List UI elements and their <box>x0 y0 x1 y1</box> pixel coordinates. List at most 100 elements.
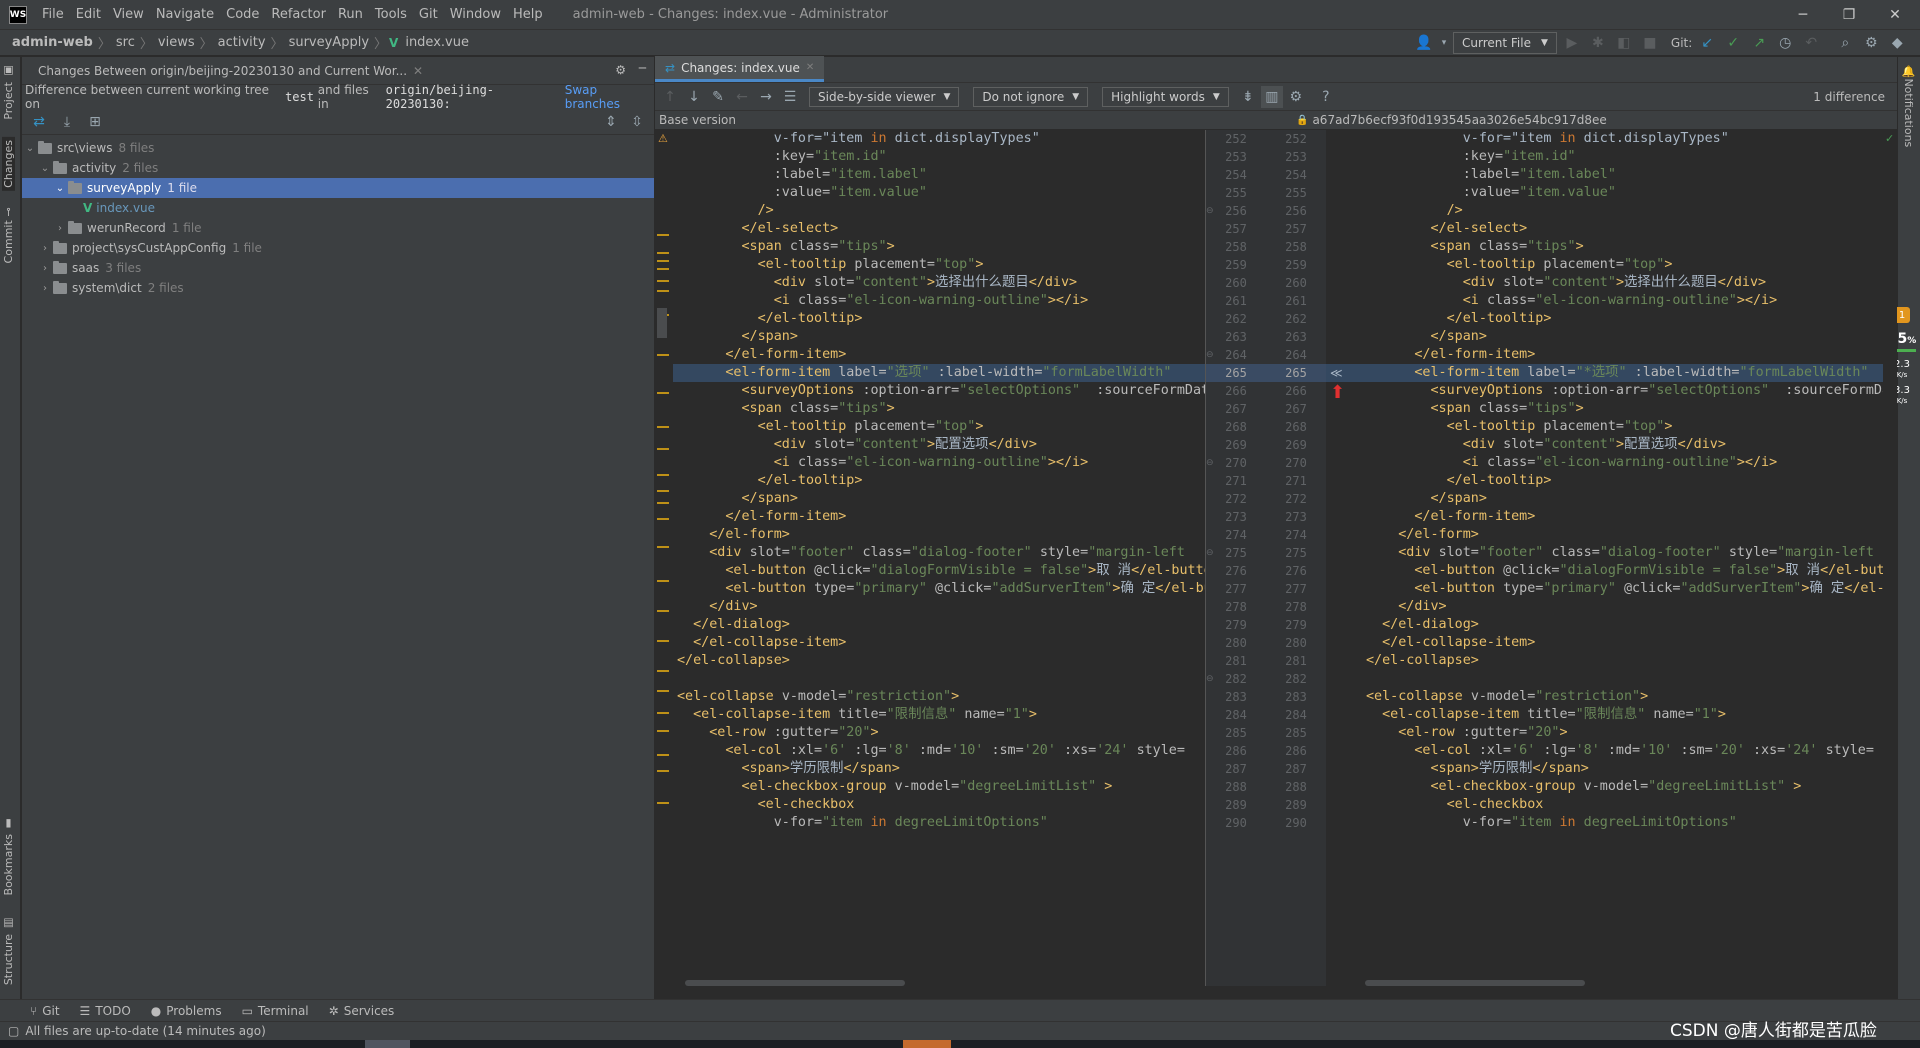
user-icon[interactable]: 👤 <box>1413 32 1435 54</box>
todo-tool-button[interactable]: ☰ TODO <box>70 1004 141 1018</box>
notifications-tool-tab[interactable]: 🔔Notifications <box>1902 65 1915 147</box>
breadcrumb-item[interactable]: index.vue <box>402 35 472 50</box>
menu-code[interactable]: Code <box>220 0 265 29</box>
next-diff-icon[interactable]: ↓ <box>683 86 705 108</box>
help-icon[interactable]: ? <box>1315 86 1337 108</box>
menu-window[interactable]: Window <box>444 0 507 29</box>
chevron-down-icon[interactable]: ⌄ <box>22 143 38 154</box>
chevron-down-icon[interactable]: ▾ <box>1439 32 1449 54</box>
git-push-icon[interactable]: ↗ <box>1748 32 1770 54</box>
show-diff-icon[interactable]: ⇄ <box>28 111 50 133</box>
change-marker[interactable] <box>657 474 669 476</box>
menu-help[interactable]: Help <box>507 0 549 29</box>
left-horizontal-scrollbar[interactable] <box>685 980 905 986</box>
chevron-right-icon[interactable]: › <box>37 283 53 294</box>
chevron-right-icon[interactable]: › <box>52 223 68 234</box>
webstorm-logo-icon[interactable]: WS <box>9 5 27 24</box>
chevron-right-icon[interactable]: › <box>37 243 53 254</box>
change-marker[interactable] <box>657 490 669 492</box>
change-marker[interactable] <box>657 610 669 612</box>
menu-view[interactable]: View <box>107 0 150 29</box>
tree-folder-item[interactable]: › system\dict 2 files <box>22 278 654 298</box>
edit-source-icon[interactable]: ✎ <box>707 86 729 108</box>
commit-tool-tab[interactable]: Commit ⊸ <box>2 207 15 263</box>
run-config-select[interactable]: Current File ▼ <box>1453 32 1557 54</box>
previous-diff-icon[interactable]: ↑ <box>659 86 681 108</box>
taskbar-item[interactable] <box>903 1040 951 1048</box>
change-marker[interactable] <box>657 690 669 692</box>
left-code-pane[interactable]: v-for="item in dict.displayTypes" :key="… <box>673 130 1205 986</box>
chevron-right-icon[interactable]: › <box>37 263 53 274</box>
tree-file-item[interactable]: Vindex.vue <box>22 198 654 218</box>
change-marker[interactable] <box>657 252 669 254</box>
plugin-icon[interactable]: ◆ <box>1886 32 1908 54</box>
breadcrumb-item[interactable]: src <box>113 35 138 50</box>
services-tool-button[interactable]: ✲ Services <box>319 1004 405 1018</box>
menu-navigate[interactable]: Navigate <box>150 0 220 29</box>
change-marker[interactable] <box>657 392 669 394</box>
change-marker[interactable] <box>657 802 669 804</box>
ignore-select[interactable]: Do not ignore ▼ <box>973 86 1089 107</box>
right-horizontal-scrollbar[interactable] <box>1365 980 1585 986</box>
close-tab-icon[interactable]: ✕ <box>806 62 814 73</box>
tree-folder-item[interactable]: ⌄ activity 2 files <box>22 158 654 178</box>
change-marker[interactable] <box>657 712 669 714</box>
search-icon[interactable]: ⌕ <box>1834 32 1856 54</box>
change-marker[interactable] <box>657 268 669 270</box>
forward-icon[interactable]: → <box>755 86 777 108</box>
change-marker[interactable] <box>657 518 669 520</box>
accept-change-icon[interactable]: ≪ <box>1326 364 1362 382</box>
right-code-pane[interactable]: v-for="item in dict.displayTypes" :key="… <box>1362 130 1883 986</box>
minimize-icon[interactable]: ─ <box>1780 0 1826 29</box>
stop-icon[interactable]: ■ <box>1639 32 1661 54</box>
change-marker[interactable] <box>657 730 669 732</box>
group-by-icon[interactable]: ⊞ <box>84 111 106 133</box>
tree-folder-item[interactable]: › project\sysCustAppConfig 1 file <box>22 238 654 258</box>
change-marker[interactable] <box>657 640 669 642</box>
back-icon[interactable]: ← <box>731 86 753 108</box>
git-tool-button[interactable]: ⑂ Git <box>0 1004 70 1018</box>
run-icon[interactable]: ▶ <box>1561 32 1583 54</box>
structure-tool-tab[interactable]: Structure ▤ <box>2 917 15 985</box>
gear-icon[interactable]: ⚙ <box>1860 32 1882 54</box>
tab-changes-index-vue[interactable]: ⇄ Changes: index.vue ✕ <box>655 56 825 82</box>
chevron-down-icon[interactable]: ⌄ <box>52 183 68 194</box>
gear-icon[interactable]: ⚙ <box>1285 86 1307 108</box>
change-marker[interactable] <box>657 770 669 772</box>
changes-tool-tab[interactable]: Changes <box>2 137 15 191</box>
close-tab-icon[interactable]: ✕ <box>413 64 423 78</box>
menu-file[interactable]: File <box>36 0 70 29</box>
debug-icon[interactable]: ✱ <box>1587 32 1609 54</box>
viewer-select[interactable]: Side-by-side viewer ▼ <box>809 86 960 107</box>
change-marker[interactable] <box>657 234 669 236</box>
collapse-unchanged-icon[interactable]: ⇟ <box>1237 86 1259 108</box>
tree-folder-item[interactable]: ⌄ src\views 8 files <box>22 138 654 158</box>
terminal-tool-button[interactable]: ▭ Terminal <box>232 1004 319 1018</box>
rollback-icon[interactable]: ↶ <box>1800 32 1822 54</box>
breadcrumb-item[interactable]: activity <box>215 35 269 50</box>
hide-panel-icon[interactable]: ─ <box>639 61 646 75</box>
expand-all-icon[interactable]: ⇕ <box>600 111 622 133</box>
menu-run[interactable]: Run <box>332 0 369 29</box>
change-marker[interactable] <box>657 354 669 356</box>
menu-refactor[interactable]: Refactor <box>265 0 332 29</box>
restore-icon[interactable]: ❐ <box>1826 0 1872 29</box>
swap-branches-link[interactable]: Swap branches <box>565 83 654 111</box>
tree-folder-item[interactable]: › werunRecord 1 file <box>22 218 654 238</box>
collapse-all-icon[interactable]: ⇳ <box>626 111 648 133</box>
problems-tool-button[interactable]: ● Problems <box>141 1004 232 1018</box>
sync-scroll-icon[interactable]: ▥ <box>1260 85 1283 108</box>
breadcrumb-item[interactable]: admin-web <box>9 35 96 50</box>
change-marker[interactable] <box>657 280 669 282</box>
change-marker[interactable] <box>657 546 669 548</box>
change-marker[interactable] <box>657 754 669 756</box>
change-marker[interactable] <box>657 670 669 672</box>
git-commit-icon[interactable]: ✓ <box>1722 32 1744 54</box>
project-tool-tab[interactable]: Project ▣ <box>2 65 15 120</box>
list-icon[interactable]: ☰ <box>779 86 801 108</box>
fold-icon[interactable]: ⊖ <box>1206 350 1214 360</box>
change-marker[interactable] <box>657 502 669 504</box>
fold-icon[interactable]: ⊖ <box>1206 458 1214 468</box>
git-update-icon[interactable]: ↙ <box>1696 32 1718 54</box>
tree-folder-item[interactable]: › saas 3 files <box>22 258 654 278</box>
